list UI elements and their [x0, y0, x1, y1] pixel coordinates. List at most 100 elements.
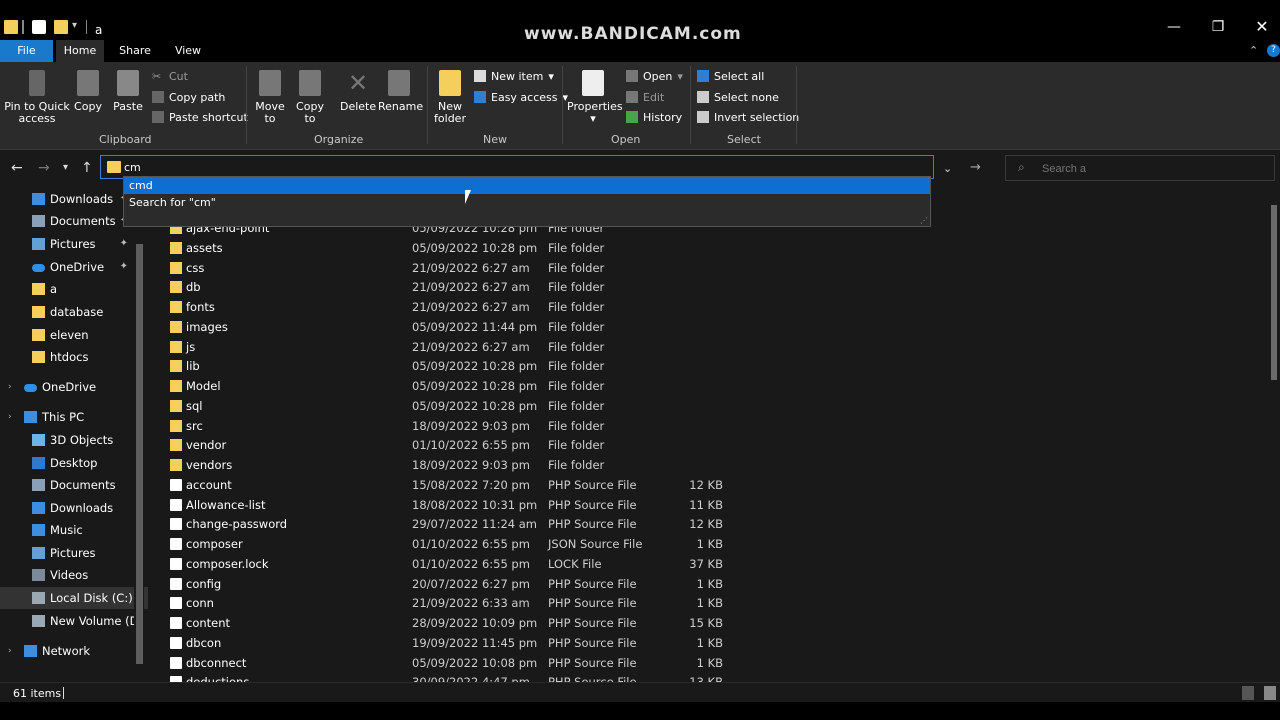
search-box[interactable]: ⌕ [1005, 155, 1275, 181]
go-arrow-icon[interactable]: → [970, 160, 981, 175]
expand-chevron-icon[interactable]: › [8, 376, 12, 398]
copy-path-button[interactable]: Copy path [152, 88, 225, 106]
file-row[interactable]: vendor 01/10/2022 6:55 pm File folder [162, 435, 1262, 455]
sidebar-item[interactable]: eleven [0, 324, 148, 346]
file-row[interactable]: account 15/08/2022 7:20 pm PHP Source File… [162, 475, 1262, 495]
large-icons-view-icon[interactable] [1264, 686, 1276, 700]
sidebar-item[interactable]: OneDrive ✦ [0, 256, 148, 278]
navigation-scrollbar-thumb[interactable] [136, 244, 143, 664]
autocomplete-item-search[interactable]: Search for "cm" [124, 194, 930, 211]
file-row[interactable]: composer.lock 01/10/2022 6:55 pm LOCK File… [162, 554, 1262, 574]
folder-icon [32, 283, 45, 295]
easy-access-button[interactable]: Easy access ▾ [474, 88, 568, 106]
file-list-scrollbar-thumb[interactable] [1271, 205, 1277, 380]
copy-to-button[interactable]: Copy to [294, 70, 326, 125]
file-row[interactable]: Model 05/09/2022 10:28 pm File folder [162, 376, 1262, 396]
tab-share[interactable]: Share [112, 40, 158, 62]
expand-chevron-icon[interactable]: › [8, 640, 12, 662]
paste-shortcut-button[interactable]: Paste shortcut [152, 108, 248, 126]
sidebar-item[interactable]: 3D Objects [0, 429, 148, 451]
sidebar-item[interactable]: New Volume (D: [0, 610, 148, 632]
sidebar-item[interactable]: › Network [0, 640, 148, 662]
file-row[interactable]: conn 21/09/2022 6:33 am PHP Source File 1 K… [162, 593, 1262, 613]
collapse-ribbon-icon[interactable]: ⌃ [1249, 44, 1258, 57]
file-row[interactable]: lib 05/09/2022 10:28 pm File folder [162, 356, 1262, 376]
new-folder-quick-icon[interactable] [54, 20, 68, 34]
delete-button[interactable]: ✕ Delete [340, 70, 376, 113]
autocomplete-item-cmd[interactable]: cmd [124, 177, 930, 194]
minimize-button[interactable]: — [1154, 16, 1194, 38]
file-row[interactable]: assets 05/09/2022 10:28 pm File folder [162, 238, 1262, 258]
file-row[interactable]: Allowance-list 18/08/2022 10:31 pm PHP Sou… [162, 495, 1262, 515]
file-row[interactable]: composer 01/10/2022 6:55 pm JSON Source Fi… [162, 534, 1262, 554]
file-type: File folder [548, 398, 605, 413]
sidebar-item[interactable]: Local Disk (C:) [0, 587, 148, 609]
help-icon[interactable]: ? [1267, 44, 1280, 57]
search-input[interactable] [1042, 160, 1262, 178]
close-button[interactable]: ✕ [1242, 16, 1280, 38]
file-row[interactable]: images 05/09/2022 11:44 pm File folder [162, 317, 1262, 337]
details-view-icon[interactable] [1242, 686, 1254, 700]
sidebar-item[interactable]: › This PC [0, 406, 148, 428]
file-name: account [186, 477, 232, 492]
back-arrow-icon[interactable]: ← [11, 160, 23, 176]
edit-button[interactable]: Edit [626, 88, 664, 106]
up-arrow-icon[interactable]: ↑ [81, 160, 93, 176]
resize-grip-icon[interactable]: ⋰ [920, 216, 928, 225]
cut-button[interactable]: ✂ Cut [152, 67, 188, 85]
expand-chevron-icon[interactable]: › [8, 406, 12, 428]
sidebar-item[interactable]: Desktop [0, 452, 148, 474]
properties-quick-icon[interactable] [32, 20, 46, 34]
sidebar-item[interactable]: Downloads [0, 497, 148, 519]
pin-icon[interactable]: ✦ [120, 256, 128, 278]
tab-file[interactable]: File [0, 40, 53, 62]
new-item-button[interactable]: New item ▾ [474, 67, 554, 85]
address-input[interactable] [124, 158, 724, 176]
sidebar-item[interactable]: database [0, 301, 148, 323]
open-button[interactable]: Open ▾ [626, 67, 683, 85]
pin-icon[interactable]: ✦ [120, 233, 128, 255]
file-row[interactable]: config 20/07/2022 6:27 pm PHP Source File 1… [162, 574, 1262, 594]
file-row[interactable]: content 28/09/2022 10:09 pm PHP Source Fil… [162, 613, 1262, 633]
copy-button[interactable]: Copy [70, 70, 106, 113]
paste-button[interactable]: Paste [110, 70, 146, 113]
sidebar-item-label: Desktop [50, 456, 98, 470]
sidebar-item[interactable]: Music [0, 519, 148, 541]
delete-x-icon: ✕ [347, 69, 369, 97]
tab-view[interactable]: View [168, 40, 208, 62]
history-button[interactable]: History [626, 108, 682, 126]
sidebar-item[interactable]: a [0, 278, 148, 300]
file-row[interactable]: js 21/09/2022 6:27 am File folder [162, 337, 1262, 357]
file-row[interactable]: sql 05/09/2022 10:28 pm File folder [162, 396, 1262, 416]
sidebar-item[interactable]: Documents [0, 474, 148, 496]
file-row[interactable]: dbconnect 05/09/2022 10:08 pm PHP Source F… [162, 653, 1262, 673]
restore-button[interactable]: ❐ [1198, 16, 1238, 38]
invert-selection-button[interactable]: Invert selection [697, 108, 799, 126]
select-none-button[interactable]: Select none [697, 88, 779, 106]
file-name: images [186, 319, 228, 334]
rename-button[interactable]: Rename [378, 70, 423, 113]
file-row[interactable]: fonts 21/09/2022 6:27 am File folder [162, 297, 1262, 317]
sidebar-item[interactable]: Pictures [0, 542, 148, 564]
file-row[interactable]: change-password 29/07/2022 11:24 am PHP So… [162, 514, 1262, 534]
properties-button[interactable]: Properties ▾ [567, 70, 623, 125]
new-folder-button[interactable]: New folder [432, 70, 468, 125]
move-to-button[interactable]: Move to [254, 70, 286, 125]
file-row[interactable]: deductions 30/09/2022 4:47 pm PHP Source F… [162, 672, 1262, 682]
tab-home[interactable]: Home [56, 40, 104, 62]
file-row[interactable]: src 18/09/2022 9:03 pm File folder [162, 416, 1262, 436]
file-row[interactable]: db 21/09/2022 6:27 am File folder [162, 277, 1262, 297]
file-row[interactable]: vendors 18/09/2022 9:03 pm File folder [162, 455, 1262, 475]
sidebar-item[interactable]: › OneDrive [0, 376, 148, 398]
file-row[interactable]: dbcon 19/09/2022 11:45 pm PHP Source File 1… [162, 633, 1262, 653]
recent-locations-icon[interactable]: ▾ [63, 162, 68, 173]
sidebar-item[interactable]: htdocs [0, 346, 148, 368]
address-dropdown-icon[interactable]: ⌄ [943, 162, 952, 175]
select-all-button[interactable]: Select all [697, 67, 764, 85]
file-row[interactable]: css 21/09/2022 6:27 am File folder [162, 258, 1262, 278]
forward-arrow-icon[interactable]: → [38, 160, 50, 176]
sidebar-item[interactable]: Videos [0, 564, 148, 586]
customize-quick-access-icon[interactable]: ▾ [72, 20, 77, 31]
sidebar-item[interactable]: Pictures ✦ [0, 233, 148, 255]
pin-quick-access-button[interactable]: Pin to Quick access [4, 70, 70, 125]
